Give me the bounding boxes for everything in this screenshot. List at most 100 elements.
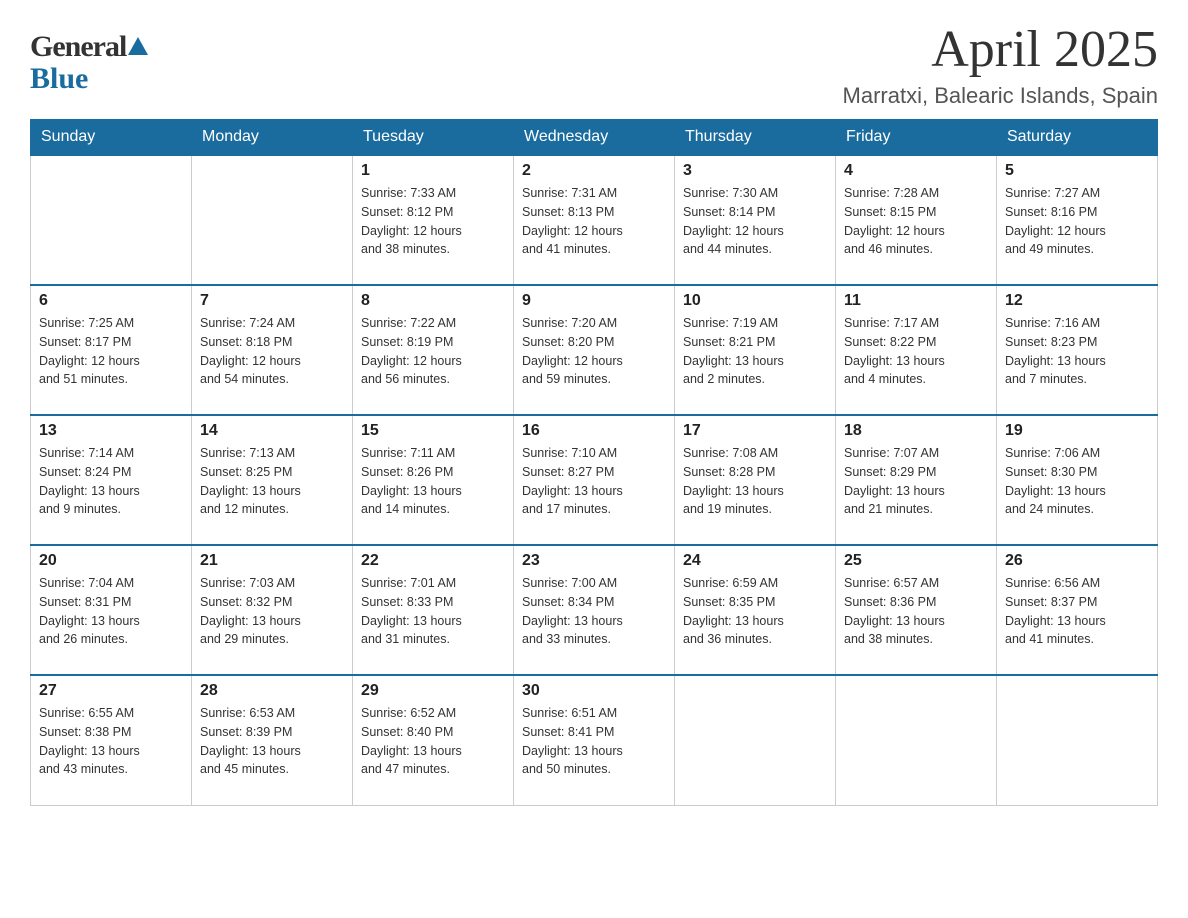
calendar-cell: 19Sunrise: 7:06 AM Sunset: 8:30 PM Dayli… <box>997 415 1158 545</box>
day-number: 29 <box>361 682 505 700</box>
day-number: 21 <box>200 552 344 570</box>
calendar-cell: 29Sunrise: 6:52 AM Sunset: 8:40 PM Dayli… <box>353 675 514 805</box>
day-number: 12 <box>1005 292 1149 310</box>
day-number: 14 <box>200 422 344 440</box>
calendar-cell: 14Sunrise: 7:13 AM Sunset: 8:25 PM Dayli… <box>192 415 353 545</box>
calendar-cell <box>31 155 192 285</box>
day-info: Sunrise: 7:08 AM Sunset: 8:28 PM Dayligh… <box>683 444 827 519</box>
day-number: 27 <box>39 682 183 700</box>
day-number: 30 <box>522 682 666 700</box>
day-number: 4 <box>844 162 988 180</box>
calendar-header-monday: Monday <box>192 120 353 156</box>
day-number: 20 <box>39 552 183 570</box>
day-info: Sunrise: 6:51 AM Sunset: 8:41 PM Dayligh… <box>522 704 666 779</box>
day-number: 23 <box>522 552 666 570</box>
day-info: Sunrise: 7:27 AM Sunset: 8:16 PM Dayligh… <box>1005 184 1149 259</box>
calendar-cell: 11 Sunrise: 7:17 AM Sunset: 8:22 PM Dayli… <box>836 285 997 415</box>
logo-general-text: General <box>30 30 126 64</box>
page-title: April 2025 <box>843 20 1158 79</box>
day-info: Sunrise: 7:17 AM Sunset: 8:22 PM Dayligh… <box>844 314 988 389</box>
calendar-cell: 4 Sunrise: 7:28 AM Sunset: 8:15 PM Daylig… <box>836 155 997 285</box>
day-info: Sunrise: 7:11 AM Sunset: 8:26 PM Dayligh… <box>361 444 505 519</box>
day-info: Sunrise: 7:07 AM Sunset: 8:29 PM Dayligh… <box>844 444 988 519</box>
calendar-week-4: 20 Sunrise: 7:04 AM Sunset: 8:31 PM Dayli… <box>31 545 1158 675</box>
calendar-header-tuesday: Tuesday <box>353 120 514 156</box>
calendar-cell: 26 Sunrise: 6:56 AM Sunset: 8:37 PM Dayli… <box>997 545 1158 675</box>
logo-triangle-icon <box>128 37 148 57</box>
calendar-cell: 23 Sunrise: 7:00 AM Sunset: 8:34 PM Dayli… <box>514 545 675 675</box>
calendar-cell: 13 Sunrise: 7:14 AM Sunset: 8:24 PM Dayli… <box>31 415 192 545</box>
logo: General Blue <box>30 30 148 96</box>
day-info: Sunrise: 7:01 AM Sunset: 8:33 PM Dayligh… <box>361 574 505 649</box>
calendar-cell: 22 Sunrise: 7:01 AM Sunset: 8:33 PM Dayli… <box>353 545 514 675</box>
page-header: General Blue April 2025 Marratxi, Balear… <box>30 20 1158 109</box>
day-number: 28 <box>200 682 344 700</box>
calendar-cell: 25 Sunrise: 6:57 AM Sunset: 8:36 PM Dayli… <box>836 545 997 675</box>
day-number: 8 <box>361 292 505 310</box>
day-info: Sunrise: 7:28 AM Sunset: 8:15 PM Dayligh… <box>844 184 988 259</box>
calendar-cell <box>997 675 1158 805</box>
day-number: 6 <box>39 292 183 310</box>
day-number: 11 <box>844 292 988 310</box>
day-number: 7 <box>200 292 344 310</box>
day-info: Sunrise: 7:03 AM Sunset: 8:32 PM Dayligh… <box>200 574 344 649</box>
calendar-cell: 10Sunrise: 7:19 AM Sunset: 8:21 PM Dayli… <box>675 285 836 415</box>
calendar-cell: 3 Sunrise: 7:30 AM Sunset: 8:14 PM Daylig… <box>675 155 836 285</box>
calendar-cell: 16 Sunrise: 7:10 AM Sunset: 8:27 PM Dayli… <box>514 415 675 545</box>
calendar-cell: 27 Sunrise: 6:55 AM Sunset: 8:38 PM Dayli… <box>31 675 192 805</box>
day-number: 19 <box>1005 422 1149 440</box>
calendar-week-2: 6 Sunrise: 7:25 AM Sunset: 8:17 PM Daylig… <box>31 285 1158 415</box>
calendar-table: SundayMondayTuesdayWednesdayThursdayFrid… <box>30 119 1158 806</box>
day-info: Sunrise: 6:55 AM Sunset: 8:38 PM Dayligh… <box>39 704 183 779</box>
calendar-header-row: SundayMondayTuesdayWednesdayThursdayFrid… <box>31 120 1158 156</box>
day-number: 25 <box>844 552 988 570</box>
calendar-cell: 28 Sunrise: 6:53 AM Sunset: 8:39 PM Dayli… <box>192 675 353 805</box>
day-info: Sunrise: 6:56 AM Sunset: 8:37 PM Dayligh… <box>1005 574 1149 649</box>
day-number: 22 <box>361 552 505 570</box>
calendar-cell: 9 Sunrise: 7:20 AM Sunset: 8:20 PM Daylig… <box>514 285 675 415</box>
day-number: 2 <box>522 162 666 180</box>
calendar-cell: 6 Sunrise: 7:25 AM Sunset: 8:17 PM Daylig… <box>31 285 192 415</box>
day-info: Sunrise: 7:20 AM Sunset: 8:20 PM Dayligh… <box>522 314 666 389</box>
day-number: 26 <box>1005 552 1149 570</box>
day-info: Sunrise: 7:19 AM Sunset: 8:21 PM Dayligh… <box>683 314 827 389</box>
calendar-cell <box>836 675 997 805</box>
day-number: 5 <box>1005 162 1149 180</box>
day-info: Sunrise: 7:33 AM Sunset: 8:12 PM Dayligh… <box>361 184 505 259</box>
day-info: Sunrise: 6:57 AM Sunset: 8:36 PM Dayligh… <box>844 574 988 649</box>
logo-blue-text: Blue <box>30 62 88 96</box>
day-info: Sunrise: 7:00 AM Sunset: 8:34 PM Dayligh… <box>522 574 666 649</box>
day-info: Sunrise: 7:14 AM Sunset: 8:24 PM Dayligh… <box>39 444 183 519</box>
calendar-cell: 12 Sunrise: 7:16 AM Sunset: 8:23 PM Dayli… <box>997 285 1158 415</box>
day-number: 13 <box>39 422 183 440</box>
calendar-cell <box>675 675 836 805</box>
day-number: 16 <box>522 422 666 440</box>
day-info: Sunrise: 7:22 AM Sunset: 8:19 PM Dayligh… <box>361 314 505 389</box>
calendar-week-5: 27 Sunrise: 6:55 AM Sunset: 8:38 PM Dayli… <box>31 675 1158 805</box>
day-number: 18 <box>844 422 988 440</box>
calendar-cell: 15Sunrise: 7:11 AM Sunset: 8:26 PM Dayli… <box>353 415 514 545</box>
calendar-header-wednesday: Wednesday <box>514 120 675 156</box>
calendar-cell: 17Sunrise: 7:08 AM Sunset: 8:28 PM Dayli… <box>675 415 836 545</box>
day-info: Sunrise: 6:59 AM Sunset: 8:35 PM Dayligh… <box>683 574 827 649</box>
day-number: 3 <box>683 162 827 180</box>
day-info: Sunrise: 7:30 AM Sunset: 8:14 PM Dayligh… <box>683 184 827 259</box>
calendar-header-sunday: Sunday <box>31 120 192 156</box>
day-info: Sunrise: 7:25 AM Sunset: 8:17 PM Dayligh… <box>39 314 183 389</box>
calendar-header-thursday: Thursday <box>675 120 836 156</box>
day-info: Sunrise: 6:53 AM Sunset: 8:39 PM Dayligh… <box>200 704 344 779</box>
day-info: Sunrise: 7:24 AM Sunset: 8:18 PM Dayligh… <box>200 314 344 389</box>
calendar-cell: 30 Sunrise: 6:51 AM Sunset: 8:41 PM Dayli… <box>514 675 675 805</box>
day-number: 9 <box>522 292 666 310</box>
calendar-cell: 8 Sunrise: 7:22 AM Sunset: 8:19 PM Daylig… <box>353 285 514 415</box>
calendar-header-saturday: Saturday <box>997 120 1158 156</box>
calendar-week-3: 13 Sunrise: 7:14 AM Sunset: 8:24 PM Dayli… <box>31 415 1158 545</box>
calendar-cell: 2 Sunrise: 7:31 AM Sunset: 8:13 PM Daylig… <box>514 155 675 285</box>
day-info: Sunrise: 7:04 AM Sunset: 8:31 PM Dayligh… <box>39 574 183 649</box>
day-info: Sunrise: 7:31 AM Sunset: 8:13 PM Dayligh… <box>522 184 666 259</box>
calendar-cell: 18 Sunrise: 7:07 AM Sunset: 8:29 PM Dayli… <box>836 415 997 545</box>
calendar-cell: 1Sunrise: 7:33 AM Sunset: 8:12 PM Daylig… <box>353 155 514 285</box>
day-info: Sunrise: 7:16 AM Sunset: 8:23 PM Dayligh… <box>1005 314 1149 389</box>
day-info: Sunrise: 7:10 AM Sunset: 8:27 PM Dayligh… <box>522 444 666 519</box>
calendar-cell <box>192 155 353 285</box>
